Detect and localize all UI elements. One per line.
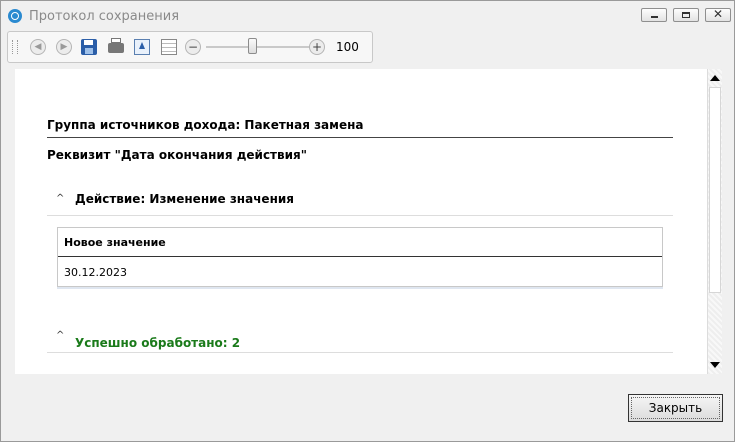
minimize-button[interactable] xyxy=(641,8,667,22)
zoom-value: 100 xyxy=(336,40,359,54)
collapse-caret-icon[interactable]: ^ xyxy=(56,330,64,341)
success-summary: Успешно обработано: 2 xyxy=(75,336,241,350)
scroll-thumb[interactable] xyxy=(709,87,721,293)
print-icon[interactable] xyxy=(108,38,124,53)
group-heading: Группа источников дохода: Пакетная замен… xyxy=(47,118,364,132)
action-heading: Действие: Изменение значения xyxy=(75,192,294,206)
zoom-out-icon[interactable]: − xyxy=(185,39,201,55)
header-divider xyxy=(58,256,662,257)
export-icon[interactable] xyxy=(134,39,150,55)
divider xyxy=(47,352,673,353)
forward-icon[interactable]: ▶ xyxy=(56,39,72,55)
app-icon xyxy=(8,9,22,23)
report-content: Группа источников дохода: Пакетная замен… xyxy=(15,69,707,374)
close-button[interactable]: Закрыть xyxy=(628,394,723,422)
back-icon[interactable]: ◀ xyxy=(30,39,46,55)
window-title: Протокол сохранения xyxy=(29,9,180,24)
zoom-slider[interactable] xyxy=(206,46,312,48)
column-header: Новое значение xyxy=(64,236,166,249)
collapse-caret-icon[interactable]: ^ xyxy=(56,193,64,204)
divider xyxy=(47,137,673,138)
zoom-in-icon[interactable]: + xyxy=(309,39,325,55)
zoom-slider-thumb[interactable] xyxy=(248,38,257,54)
scroll-down-icon[interactable] xyxy=(710,362,720,368)
close-icon: ✕ xyxy=(712,7,724,21)
attribute-heading: Реквизит "Дата окончания действия" xyxy=(47,148,307,162)
value-table: Новое значение 30.12.2023 xyxy=(57,227,663,287)
scroll-up-icon[interactable] xyxy=(710,75,720,81)
close-window-button[interactable]: ✕ xyxy=(705,7,731,22)
save-icon[interactable] xyxy=(81,39,97,55)
title-bar: Протокол сохранения ✕ xyxy=(1,1,734,31)
grid-icon[interactable] xyxy=(161,39,177,55)
toolbar-grip[interactable] xyxy=(12,40,18,54)
report-toolbar: ◀ ▶ − + 100 xyxy=(7,31,373,63)
divider xyxy=(47,215,673,216)
table-cell-value: 30.12.2023 xyxy=(64,266,127,279)
vertical-scrollbar[interactable] xyxy=(707,69,722,374)
maximize-button[interactable] xyxy=(673,8,699,22)
protocol-window: Протокол сохранения ✕ ◀ ▶ − + 100 Группа… xyxy=(0,0,735,442)
